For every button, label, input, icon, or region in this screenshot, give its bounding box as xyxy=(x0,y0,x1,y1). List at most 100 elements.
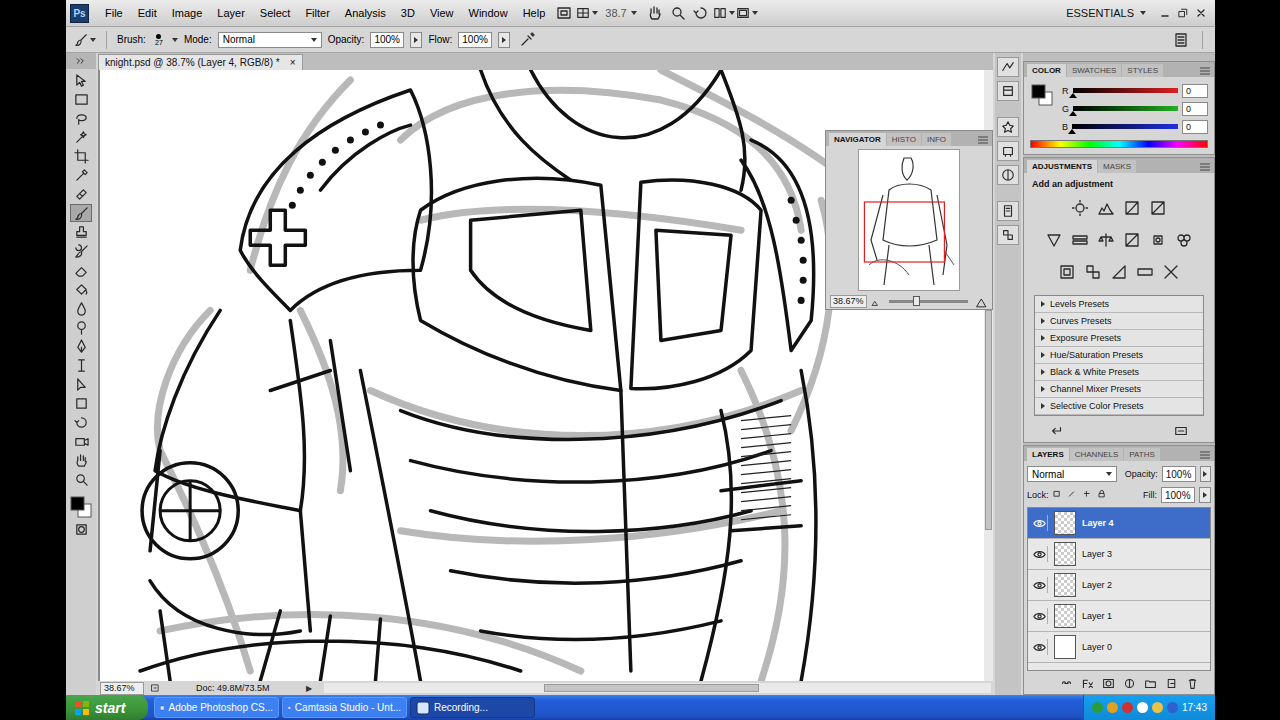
panel-menu-icon[interactable] xyxy=(1200,67,1210,75)
tool-button[interactable] xyxy=(70,337,92,355)
menu-item[interactable]: Edit xyxy=(131,5,164,21)
preset-row[interactable]: Black & White Presets xyxy=(1035,364,1203,381)
menu-item[interactable]: Image xyxy=(165,5,210,21)
navigator-zoom[interactable]: 38.67% xyxy=(830,295,867,308)
layer-action-icon[interactable] xyxy=(1102,677,1115,690)
tray-icon[interactable] xyxy=(1092,702,1103,713)
opacity-field[interactable]: 100% xyxy=(370,32,404,48)
channel-value[interactable]: 0 xyxy=(1182,102,1208,116)
adjustment-button[interactable] xyxy=(1148,198,1168,218)
tool-button[interactable] xyxy=(70,71,92,89)
tray-icon[interactable] xyxy=(1107,702,1118,713)
arrange-button[interactable] xyxy=(713,3,735,23)
taskbar-item[interactable]: Adobe Photoshop CS... xyxy=(154,697,279,718)
opacity-slider-button[interactable] xyxy=(1200,466,1211,482)
panel-tab[interactable]: INFO xyxy=(922,133,951,146)
fill-field[interactable]: 100% xyxy=(1161,487,1195,503)
panel-button[interactable] xyxy=(997,141,1019,161)
bridge-button[interactable] xyxy=(553,3,575,23)
brush-picker[interactable]: 27 xyxy=(152,34,166,46)
color-spectrum[interactable] xyxy=(1030,140,1208,148)
tool-button[interactable] xyxy=(70,90,92,108)
flow-slider-button[interactable] xyxy=(498,32,510,48)
tool-button[interactable] xyxy=(70,128,92,146)
blend-mode-select[interactable]: Normal xyxy=(1027,466,1117,482)
adjustment-button[interactable] xyxy=(1109,262,1129,282)
tool-button[interactable] xyxy=(70,280,92,298)
tool-button[interactable] xyxy=(70,394,92,412)
layer-action-icon[interactable] xyxy=(1144,677,1157,690)
tool-button[interactable] xyxy=(70,451,92,469)
mode-select[interactable]: Normal xyxy=(218,32,322,48)
panel-button[interactable] xyxy=(997,165,1019,185)
layer-action-icon[interactable] xyxy=(1186,677,1199,690)
menu-item[interactable]: Layer xyxy=(210,5,252,21)
navigator-thumbnail[interactable] xyxy=(859,150,959,290)
panel-menu[interactable] xyxy=(974,130,992,148)
layer-name[interactable]: Layer 2 xyxy=(1082,580,1112,590)
menu-item[interactable]: View xyxy=(423,5,461,21)
layer-name[interactable]: Layer 0 xyxy=(1082,642,1112,652)
slider-knob[interactable] xyxy=(913,296,920,306)
menu-item[interactable]: Select xyxy=(253,5,298,21)
tool-button[interactable] xyxy=(70,223,92,241)
panel-tab[interactable]: SWATCHES xyxy=(1067,64,1121,77)
adjustment-button[interactable] xyxy=(1070,198,1090,218)
tool-button[interactable] xyxy=(70,242,92,260)
tool-preset-picker[interactable] xyxy=(74,30,96,50)
dropdown-arrow-icon[interactable] xyxy=(172,38,178,42)
layer-row[interactable]: Layer 3 xyxy=(1028,539,1210,570)
channel-slider[interactable] xyxy=(1073,106,1178,111)
panel-button[interactable] xyxy=(997,81,1019,101)
foreground-background-icon[interactable] xyxy=(69,495,93,519)
start-button[interactable]: start xyxy=(66,695,148,720)
panel-tab[interactable]: STYLES xyxy=(1122,64,1163,77)
document-tab[interactable]: knight.psd @ 38.7% (Layer 4, RGB/8) *× xyxy=(98,54,303,70)
tool-button[interactable] xyxy=(70,185,92,203)
layer-action-icon[interactable] xyxy=(1081,677,1094,690)
quick-mask-button[interactable] xyxy=(70,520,92,538)
taskbar-item[interactable]: Recording... xyxy=(410,697,535,718)
visibility-toggle[interactable] xyxy=(1032,639,1048,655)
channel-value[interactable]: 0 xyxy=(1182,120,1208,134)
visibility-toggle[interactable] xyxy=(1032,546,1048,562)
adjustment-button[interactable] xyxy=(1122,198,1142,218)
rotate-view-button[interactable] xyxy=(690,3,712,23)
layer-action-icon[interactable] xyxy=(1165,677,1178,690)
panel-tab[interactable]: NAVIGATOR xyxy=(829,133,886,146)
panel-menu-icon[interactable] xyxy=(1200,163,1210,171)
adjustment-button[interactable] xyxy=(1044,230,1064,250)
zoom-button[interactable] xyxy=(667,3,689,23)
preset-row[interactable]: Curves Presets xyxy=(1035,313,1203,330)
layer-name[interactable]: Layer 1 xyxy=(1082,611,1112,621)
visibility-toggle[interactable] xyxy=(1032,577,1048,593)
tool-button[interactable] xyxy=(70,470,92,488)
return-icon[interactable] xyxy=(1050,424,1064,438)
panel-tab[interactable]: PATHS xyxy=(1124,448,1159,461)
layer-action-icon[interactable] xyxy=(1060,677,1073,690)
adjustment-button[interactable] xyxy=(1057,262,1077,282)
fill-slider-button[interactable] xyxy=(1199,487,1211,503)
layer-opacity-field[interactable]: 100% xyxy=(1162,466,1196,482)
menu-item[interactable]: Window xyxy=(462,5,515,21)
panel-tab[interactable]: ADJUSTMENTS xyxy=(1027,160,1097,173)
menu-item[interactable]: Analysis xyxy=(338,5,393,21)
hand-button[interactable] xyxy=(644,3,666,23)
preset-row[interactable]: Channel Mixer Presets xyxy=(1035,381,1203,398)
adjustment-button[interactable] xyxy=(1070,230,1090,250)
tool-button[interactable] xyxy=(70,147,92,165)
lock-button[interactable] xyxy=(1068,490,1079,501)
tool-button[interactable] xyxy=(70,299,92,317)
panel-menu[interactable] xyxy=(1196,445,1214,463)
tool-button[interactable] xyxy=(70,166,92,184)
restore-button[interactable] xyxy=(1175,6,1191,20)
expand-view-icon[interactable] xyxy=(1174,424,1188,438)
tool-button[interactable] xyxy=(70,109,92,127)
status-zoom[interactable]: 38.67% xyxy=(100,682,144,695)
airbrush-button[interactable] xyxy=(516,30,538,50)
tab-close-button[interactable]: × xyxy=(290,57,296,68)
status-menu-button[interactable]: ▶ xyxy=(300,684,318,693)
layer-name[interactable]: Layer 4 xyxy=(1082,518,1114,528)
lock-button[interactable] xyxy=(1098,490,1109,501)
horizontal-scrollbar[interactable] xyxy=(324,683,991,693)
